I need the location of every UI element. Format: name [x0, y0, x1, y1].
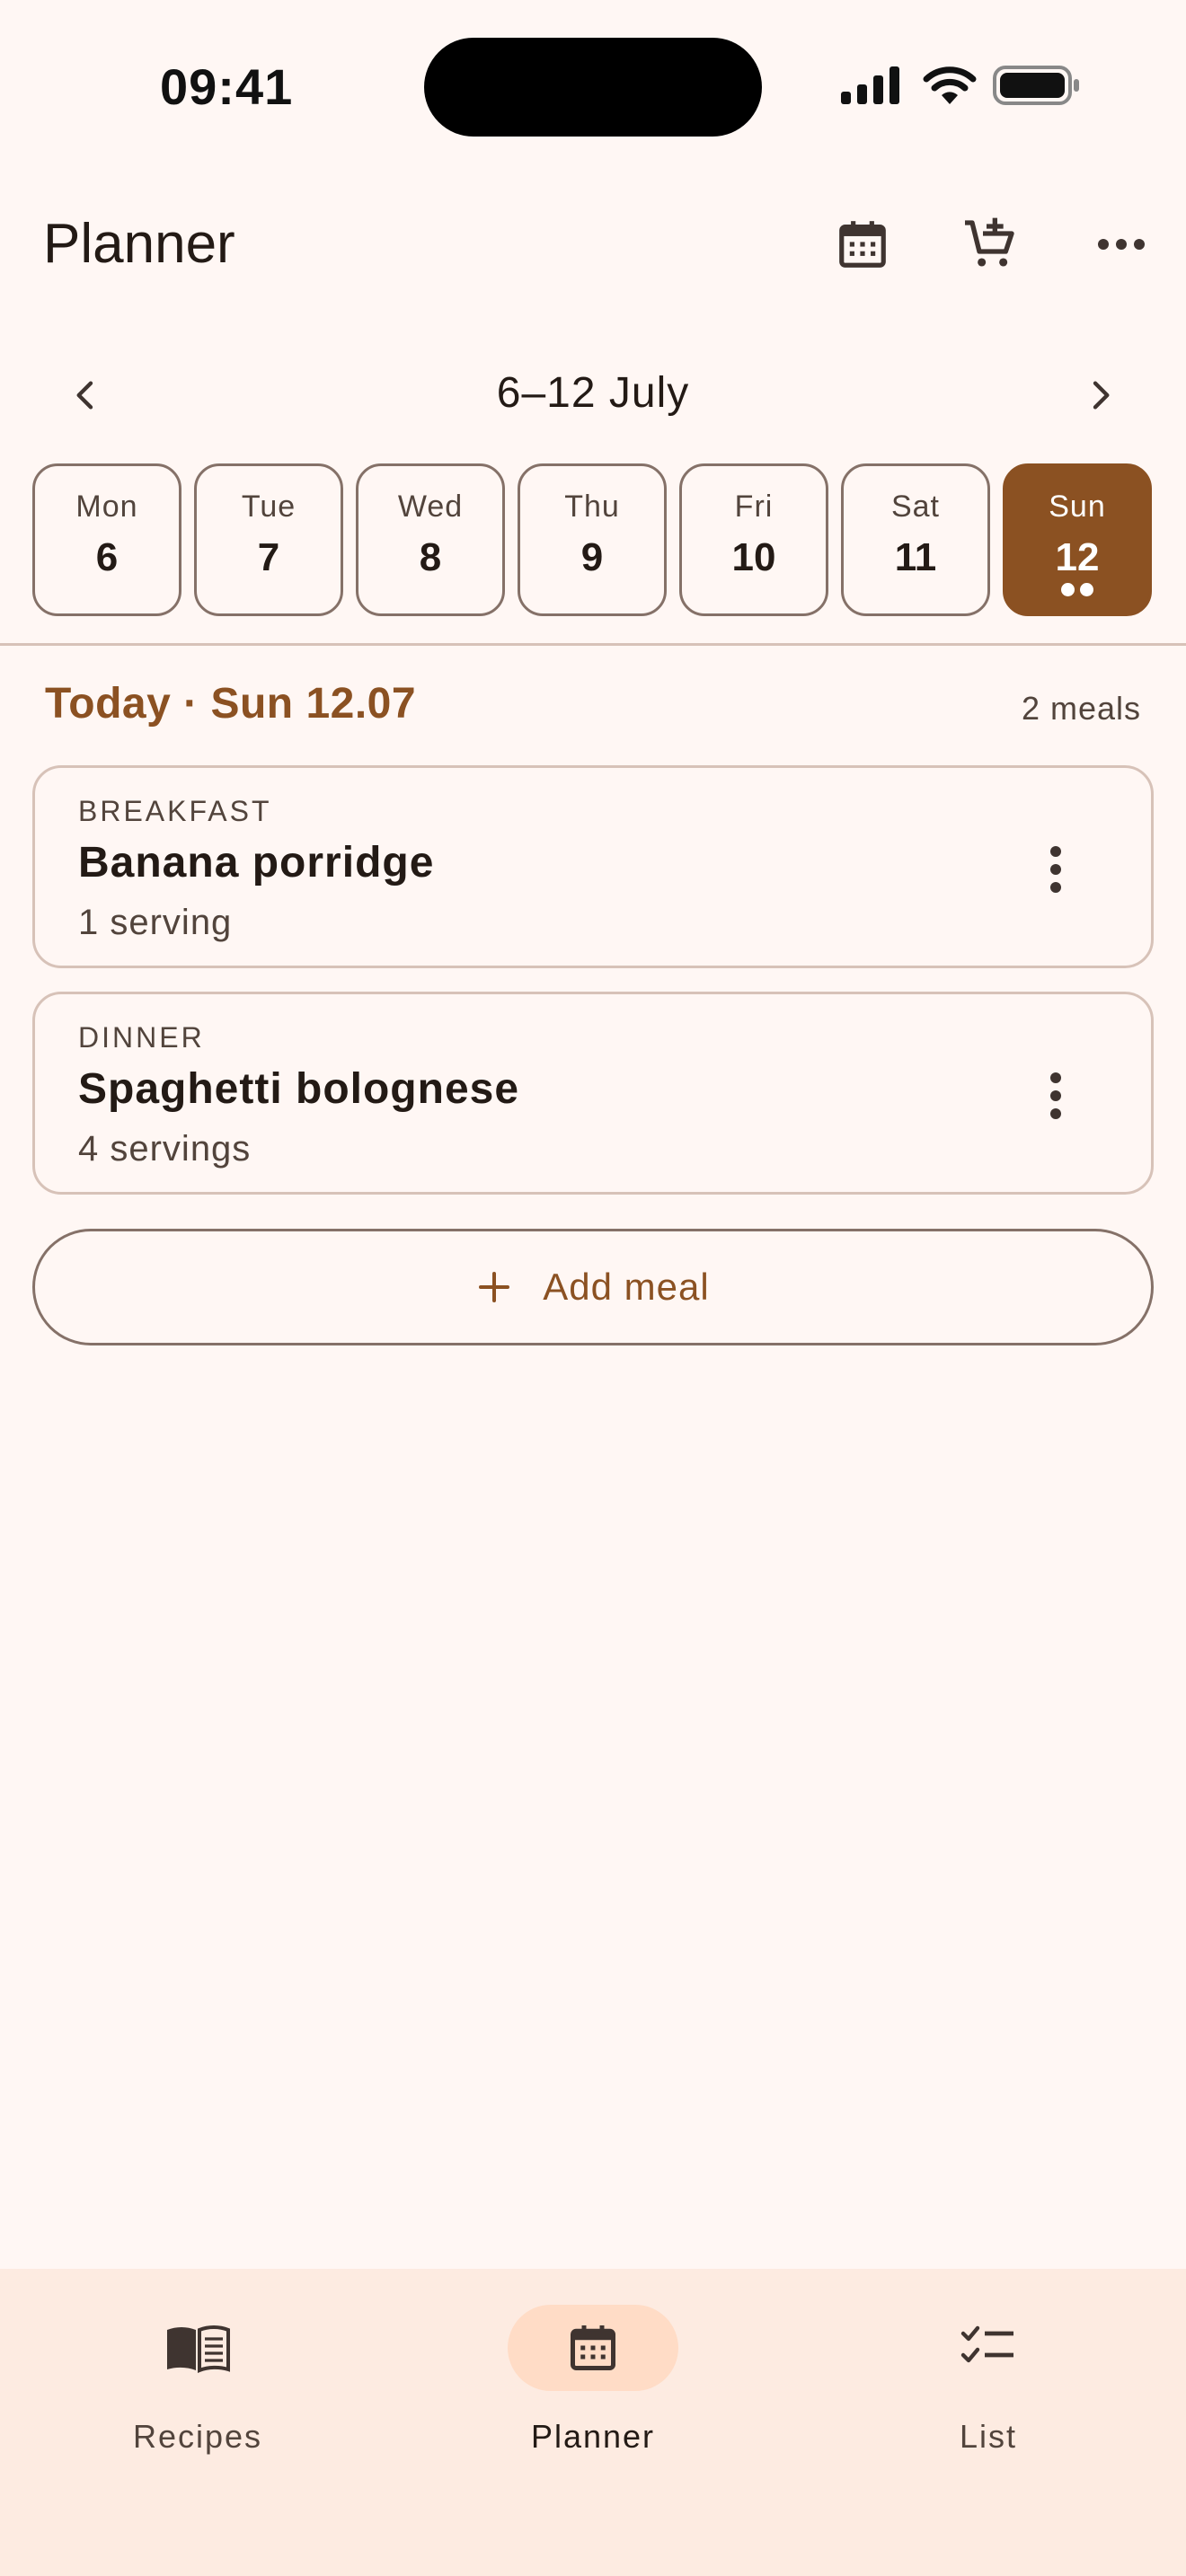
calendar-icon [571, 2325, 615, 2370]
day-number: 11 [894, 535, 937, 579]
meal-name: Spaghetti bolognese [78, 1065, 520, 1113]
meal-indicator-dots [1005, 583, 1149, 597]
day-number: 7 [257, 535, 280, 579]
meal-type: DINNER [78, 1021, 205, 1054]
page-title: Planner [43, 213, 235, 275]
week-range-label: 6–12 July [496, 369, 690, 417]
day-chip-sat[interactable]: Sat 11 [841, 463, 990, 616]
chevron-right-icon [1093, 381, 1110, 410]
meal-servings: 1 serving [78, 903, 233, 942]
add-to-cart-button[interactable] [952, 207, 1028, 282]
day-number: 8 [419, 535, 442, 579]
day-name: Wed [397, 490, 464, 524]
day-name: Fri [734, 490, 774, 524]
nav-label: Planner [530, 2418, 656, 2455]
nav-item-list[interactable]: List [840, 2305, 1137, 2484]
divider [0, 643, 1186, 646]
dynamic-island [424, 38, 762, 137]
calendar-button[interactable] [825, 207, 900, 282]
plus-icon [479, 1272, 510, 1302]
status-bar: 09:41 [0, 0, 1186, 171]
day-name: Tue [241, 490, 296, 524]
meal-dot [1061, 583, 1075, 596]
meal-card[interactable]: DINNER Spaghetti bolognese 4 servings [32, 992, 1154, 1195]
nav-indicator [903, 2305, 1074, 2391]
more-options-button[interactable] [1084, 207, 1159, 282]
day-chip-wed[interactable]: Wed 8 [356, 463, 505, 616]
more-horizontal-icon [1098, 239, 1145, 250]
bottom-navigation: Recipes Planner List [0, 2269, 1186, 2576]
day-chip-tue[interactable]: Tue 7 [194, 463, 343, 616]
battery-icon [993, 66, 1079, 105]
day-name: Thu [564, 490, 620, 524]
meal-type: BREAKFAST [78, 795, 272, 827]
day-chip-fri[interactable]: Fri 10 [679, 463, 828, 616]
meal-menu-button[interactable] [1020, 834, 1092, 905]
more-vertical-icon [1050, 846, 1061, 893]
day-number: 10 [731, 535, 776, 579]
wifi-icon [923, 66, 977, 104]
day-chip-sun[interactable]: Sun 12 [1003, 463, 1152, 616]
book-icon [167, 2325, 230, 2373]
day-name: Mon [75, 490, 138, 524]
top-app-bar: Planner [0, 180, 1186, 305]
add-meal-label: Add meal [543, 1266, 710, 1308]
signal-icon [841, 66, 899, 104]
next-week-button[interactable] [1064, 359, 1136, 431]
day-chip-mon[interactable]: Mon 6 [32, 463, 181, 616]
nav-indicator-active [508, 2305, 678, 2391]
nav-item-recipes[interactable]: Recipes [49, 2305, 346, 2484]
nav-indicator [112, 2305, 283, 2391]
nav-label: List [959, 2418, 1018, 2455]
nav-label: Recipes [132, 2418, 263, 2455]
status-time: 09:41 [160, 58, 294, 115]
meal-count: 2 meals [1021, 690, 1141, 727]
checklist-icon [960, 2325, 1013, 2363]
more-vertical-icon [1050, 1072, 1061, 1119]
nav-item-planner[interactable]: Planner [445, 2305, 741, 2484]
meal-menu-button[interactable] [1020, 1060, 1092, 1132]
meal-servings: 4 servings [78, 1129, 252, 1169]
day-number: 12 [1055, 535, 1100, 579]
calendar-icon [839, 221, 886, 268]
add-to-cart-icon [965, 217, 1014, 267]
day-number: 6 [95, 535, 119, 579]
day-number: 9 [580, 535, 604, 579]
day-name: Sun [1049, 490, 1106, 524]
day-chip-thu[interactable]: Thu 9 [518, 463, 667, 616]
add-meal-button[interactable]: Add meal [32, 1229, 1154, 1345]
meal-name: Banana porridge [78, 839, 435, 887]
week-navigation: 6–12 July [0, 350, 1186, 440]
day-heading: Today · Sun 12.07 [45, 680, 417, 728]
meal-card[interactable]: BREAKFAST Banana porridge 1 serving [32, 765, 1154, 968]
meal-dot [1080, 583, 1093, 596]
day-name: Sat [890, 490, 941, 524]
day-selector: Mon 6 Tue 7 Wed 8 Thu 9 Fri 10 Sat 11 Su… [32, 463, 1154, 618]
